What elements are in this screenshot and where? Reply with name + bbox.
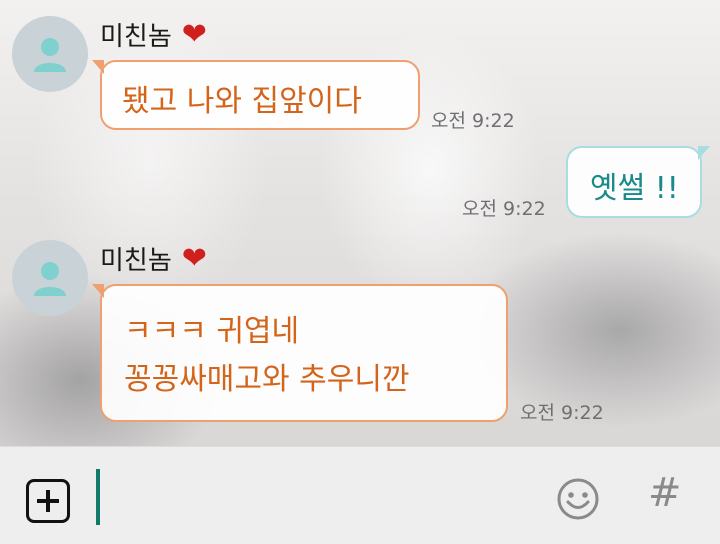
person-icon xyxy=(34,262,66,296)
sender-name: 미친놈 ❤ xyxy=(100,240,207,277)
message-line: ㅋㅋㅋ 귀엽네 xyxy=(124,314,300,349)
smiley-icon[interactable] xyxy=(556,477,600,521)
message-bubble-incoming[interactable]: 됐고 나와 집앞이다 xyxy=(92,60,420,130)
chat-area[interactable]: 미친놈 ❤ 됐고 나와 집앞이다 오전 9:22 옛썰 !! 오전 9:22 미… xyxy=(0,0,720,446)
sender-name-text: 미친놈 xyxy=(100,22,172,52)
heart-icon: ❤ xyxy=(181,16,207,52)
message-text: ㅋㅋㅋ 귀엽네 꽁꽁싸매고와 추우니깐 xyxy=(124,308,484,404)
message-time: 오전 9:22 xyxy=(431,110,515,132)
sender-avatar[interactable] xyxy=(12,16,88,92)
message-text: 옛썰 !! xyxy=(590,171,679,206)
message-time: 오전 9:22 xyxy=(520,402,604,424)
message-time: 오전 9:22 xyxy=(462,198,546,220)
sender-avatar[interactable] xyxy=(12,240,88,316)
message-bubble-incoming[interactable]: ㅋㅋㅋ 귀엽네 꽁꽁싸매고와 추우니깐 xyxy=(92,284,508,422)
text-cursor[interactable] xyxy=(96,469,100,525)
sender-name: 미친놈 ❤ xyxy=(100,16,207,53)
sender-name-text: 미친놈 xyxy=(100,246,172,276)
person-icon xyxy=(34,38,66,72)
message-text: 됐고 나와 집앞이다 xyxy=(122,84,362,119)
message-input-bar: # xyxy=(0,446,720,544)
message-line: 꽁꽁싸매고와 추우니깐 xyxy=(124,362,410,397)
bubble-tail xyxy=(698,146,710,160)
plus-box-icon[interactable] xyxy=(26,479,70,523)
heart-icon: ❤ xyxy=(181,240,207,276)
bubble-tail xyxy=(92,60,104,74)
hashtag-button[interactable]: # xyxy=(648,473,682,513)
bubble-tail xyxy=(92,284,104,298)
message-bubble-outgoing[interactable]: 옛썰 !! xyxy=(566,146,710,218)
